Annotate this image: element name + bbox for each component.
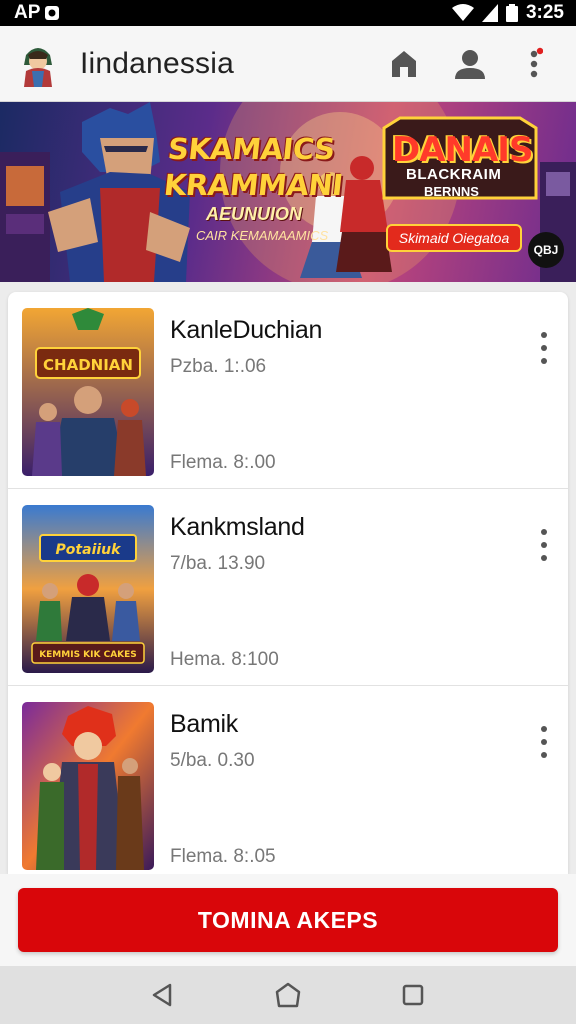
notification-icon [45,6,60,20]
game-meta: 7/ba. 13.90 [170,553,266,574]
home-button[interactable] [382,42,426,86]
banner-title-line1: SKAMAICS [166,132,337,166]
back-triangle-icon [152,983,171,1007]
battery-icon [505,4,518,22]
game-list: CHADNIAN KanleDuchian Pzba. 1:.06 Flema.… [8,292,568,874]
game-name: KanleDuchian [170,316,323,344]
status-left: AP [14,2,60,24]
banner-logo-subtitle-2: BERNNS [424,184,479,199]
system-nav-bar [0,966,576,1024]
banner-cta-button[interactable]: Skimaid Oiegatoa [386,224,522,252]
game-thumbnail [22,702,154,870]
home-icon [392,50,416,77]
more-vertical-icon [530,47,543,77]
home-pentagon-icon [275,982,301,1008]
app-bar: Iindanessia [0,26,576,102]
status-time: 3:25 [525,2,564,23]
primary-cta-button[interactable]: TOMINA AKEPS [18,888,558,952]
status-left-text: AP [14,2,41,23]
wifi-icon [451,4,474,21]
status-bar: AP 3:25 [0,0,576,26]
banner-logo-subtitle: BLACKRAIM [406,166,502,183]
game-name: Kankmsland [170,513,305,541]
game-size: Hema. 8:100 [170,649,279,670]
more-dot-icon [541,726,547,732]
more-dot-icon [541,332,547,338]
status-right: 3:25 [451,2,564,24]
promo-banner[interactable]: SKAMAICS KRAMMANI AEUNUION CAIR KEMAMAAM… [0,102,576,282]
game-meta: 5/ba. 0.30 [170,750,255,771]
list-item[interactable]: CHADNIAN KanleDuchian Pzba. 1:.06 Flema.… [8,292,568,489]
more-dot-icon [541,542,547,548]
recents-square-icon [403,984,424,1006]
banner-caption: CAIR KEMAMAAMICS [196,228,329,243]
banner-title-line2: KRAMMANI [162,168,345,202]
game-size: Flema. 8:.00 [170,452,276,473]
game-name: Bamik [170,710,238,738]
thumb-title: CHADNIAN [43,356,133,374]
item-more-button[interactable] [528,318,560,378]
more-dot-icon [541,529,547,535]
profile-icon [455,49,485,79]
more-dot-icon [541,555,547,561]
app-actions [360,42,558,86]
footer: TOMINA AKEPS [0,874,576,966]
game-meta: Pzba. 1:.06 [170,356,267,377]
profile-button[interactable] [448,42,492,86]
item-more-button[interactable] [528,712,560,772]
more-dot-icon [541,345,547,351]
game-thumbnail: CHADNIAN [22,308,154,476]
thumb-caption: KEMMIS KIK CAKES [39,650,137,660]
signal-icon [481,4,498,22]
more-dot-icon [541,752,547,758]
thumb-title: Potaiiuk [56,542,123,558]
game-size: Flema. 8:.05 [170,846,276,867]
nav-home-button[interactable] [268,975,308,1015]
overflow-menu-button[interactable] [514,42,558,86]
banner-badge: QBJ [528,232,564,268]
item-more-button[interactable] [528,515,560,575]
app-logo[interactable] [18,41,58,87]
more-dot-icon [541,739,547,745]
list-item[interactable]: Potaiiuk KEMMIS KIK CAKES Kankmsland 7/b… [8,489,568,686]
more-dot-icon [541,358,547,364]
nav-back-button[interactable] [143,975,183,1015]
game-thumbnail: Potaiiuk KEMMIS KIK CAKES [22,505,154,673]
app-title: Iindanessia [80,46,234,80]
list-item[interactable]: Bamik 5/ba. 0.30 Flema. 8:.05 [8,686,568,874]
nav-recents-button[interactable] [393,975,433,1015]
banner-subtitle: AEUNUION [206,204,303,224]
banner-logo-title: DANAIS [392,130,533,170]
